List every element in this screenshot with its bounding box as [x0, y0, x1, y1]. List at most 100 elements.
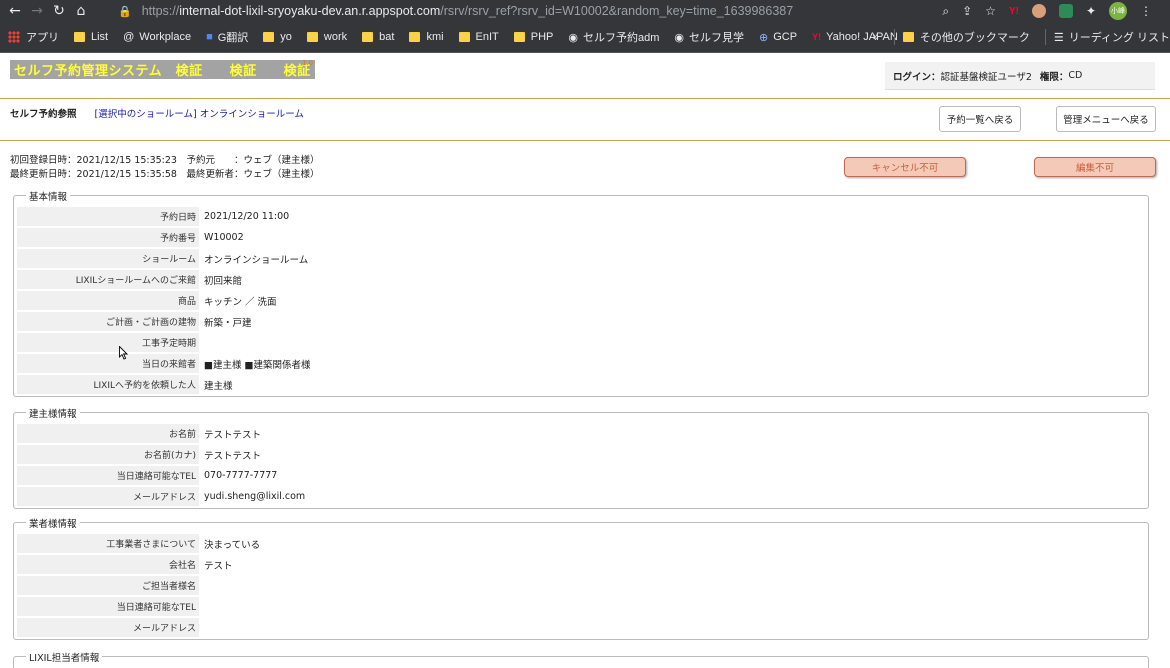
section-owner-info: 建主様情報 お名前 テストテスト お名前(カナ) テストテスト 当日連絡可能なTEL… [13, 406, 1149, 509]
row-label: 当日の来館者 [17, 354, 199, 373]
row-owner-email: メールアドレス yudi.sheng@lixil.com [17, 487, 305, 506]
row-visitors: 当日の来館者 ■建主様 ■建築関係者様 [17, 354, 310, 373]
system-version: 1.0 [302, 59, 314, 67]
row-label: ショールーム [17, 249, 199, 268]
reading-list[interactable]: ☰ リーディング リスト [1044, 29, 1170, 45]
browser-toolbar: ← → ↻ ⌂ 🔒 https://internal-dot-lixil-sry… [0, 0, 1170, 22]
profile-avatar[interactable]: 小峰 [1109, 2, 1127, 20]
zoom-search-icon[interactable]: ⌕ [942, 4, 949, 19]
lock-icon: 🔒 [118, 5, 132, 18]
login-user: 認証基盤検証ユーザ2 [940, 71, 1032, 83]
row-label: LIXILショールームへのご来館 [17, 270, 199, 289]
url-scheme: https:// [141, 4, 180, 18]
bookmark-php[interactable]: PHP [513, 31, 553, 43]
meta-created: 初回登録日時：2021/12/15 15:35:23 予約元 ：ウェブ（建主様） [10, 155, 320, 166]
row-value: キッチン ／ 洗面 [204, 296, 277, 308]
role-value: CD [1068, 70, 1083, 81]
back-to-list-button[interactable]: 予約一覧へ戻る [939, 106, 1021, 132]
section-contractor-info: 業者様情報 工事業者さまについて 決まっている 会社名 テスト ご担当者様名 当日連… [13, 516, 1149, 640]
row-label: LIXILへ予約を依頼した人 [17, 375, 199, 394]
bookmark-apps[interactable]: アプリ [8, 29, 59, 45]
row-company-name: 会社名 テスト [17, 555, 233, 574]
bookmark-workplace[interactable]: @ Workplace [123, 31, 191, 43]
divider [0, 140, 1170, 141]
row-label: 予約日時 [17, 207, 199, 226]
apps-grid-icon [8, 31, 20, 43]
row-label: 予約番号 [17, 228, 199, 247]
yahoo-extension-icon[interactable]: Y! [1009, 6, 1019, 17]
row-reservation-number: 予約番号 W10002 [17, 228, 244, 247]
edit-disabled-button[interactable]: 編集不可 [1034, 157, 1156, 177]
bookmark-kmi[interactable]: kmi [409, 31, 444, 43]
gcp-icon: ⊕ [759, 31, 769, 44]
bookmark-yo[interactable]: yo [263, 31, 292, 43]
folder-icon [306, 32, 318, 42]
folder-icon [263, 32, 275, 42]
row-products: 商品 キッチン ／ 洗面 [17, 291, 277, 310]
folder-icon [409, 32, 421, 42]
address-bar[interactable]: 🔒 https://internal-dot-lixil-sryoyaku-de… [118, 1, 1158, 21]
row-value: yudi.sheng@lixil.com [204, 491, 306, 502]
row-value: ■建主様 ■建築関係者様 [204, 359, 311, 371]
subheader: セルフ予約参照 [選択中のショールーム] オンラインショールーム [10, 106, 304, 120]
bookmark-other[interactable]: その他のブックマーク [893, 29, 1030, 45]
role-label: 権限： [1039, 71, 1069, 83]
row-value: 2021/12/20 11:00 [204, 211, 290, 222]
record-meta: 初回登録日時：2021/12/15 15:35:23 予約元 ：ウェブ（建主様）… [10, 154, 319, 181]
row-label: メールアドレス [17, 487, 199, 506]
bookmark-self-visit[interactable]: ◉ セルフ見学 [674, 29, 744, 45]
bookmarks-bar: アプリ List @ Workplace ■ G翻訳 yo work bat kmi… [0, 22, 1170, 53]
mouse-cursor-icon [119, 346, 129, 360]
row-contractor-tel: 当日連絡可能なTEL [17, 597, 204, 616]
divider [0, 98, 1170, 99]
bookmark-gtranslate[interactable]: ■ G翻訳 [206, 29, 248, 45]
reload-icon[interactable]: ↻ [48, 0, 70, 22]
row-label: 商品 [17, 291, 199, 310]
bookmark-gcp[interactable]: ⊕ GCP [759, 31, 797, 44]
bookmark-work[interactable]: work [306, 31, 347, 43]
forward-icon[interactable]: → [26, 0, 48, 22]
bookmark-self-adm[interactable]: ◉ セルフ予約adm [568, 29, 659, 45]
url-host: internal-dot-lixil-sryoyaku-dev.an.r.app… [179, 4, 441, 18]
puzzle-icon[interactable]: ✦ [1086, 4, 1096, 18]
bookmark-enit[interactable]: EnIT [458, 31, 499, 43]
screen-name: セルフ予約参照 [10, 109, 77, 120]
row-value: W10002 [204, 232, 244, 243]
selected-showroom: [選択中のショールーム] オンラインショールーム [94, 109, 304, 120]
folder-icon [902, 32, 914, 42]
row-requester: LIXILへ予約を依頼した人 建主様 [17, 375, 233, 394]
section-basic-info: 基本情報 予約日時 2021/12/20 11:00 予約番号 W10002 ショー… [13, 189, 1149, 397]
bookmarks-overflow[interactable]: » [873, 31, 879, 43]
row-label: ご担当者様名 [17, 576, 199, 595]
meta-updated: 最終更新日時：2021/12/15 15:35:58 最終更新者：ウェブ（建主様… [10, 168, 320, 180]
bookmark-bat[interactable]: bat [362, 31, 394, 43]
row-showroom: ショールーム オンラインショールーム [17, 249, 308, 268]
row-label: 当日連絡可能なTEL [17, 466, 199, 485]
url-path: /rsrv/rsrv_ref?rsrv_id=W10002&random_key… [440, 4, 794, 18]
section-legend: 建主様情報 [26, 406, 80, 420]
home-icon[interactable]: ⌂ [70, 0, 92, 22]
row-contractor-email: メールアドレス [17, 618, 204, 637]
menu-kebab-icon[interactable]: ⋮ [1140, 4, 1152, 18]
star-icon[interactable]: ☆ [985, 4, 996, 18]
row-owner-kana: お名前(カナ) テストテスト [17, 445, 261, 464]
extension-green-icon[interactable] [1058, 4, 1073, 18]
share-icon[interactable]: ⇪ [962, 4, 972, 18]
row-value: 新築・戸建 [204, 317, 252, 329]
app-page: セルフ予約管理システム 検証 検証 検証 1.0 ログイン： 認証基盤検証ユーザ… [0, 54, 1170, 668]
row-owner-name: お名前 テストテスト [17, 424, 261, 443]
section-legend: 業者様情報 [26, 516, 80, 530]
row-label: ご計画・ご計画の建物 [17, 312, 199, 331]
folder-icon [74, 32, 85, 42]
workplace-icon: @ [123, 31, 135, 43]
cancel-disabled-button[interactable]: キャンセル不可 [844, 157, 966, 177]
row-value: オンラインショールーム [204, 254, 309, 266]
back-icon[interactable]: ← [4, 0, 26, 22]
row-value: 070-7777-7777 [204, 470, 278, 481]
extension-face-icon[interactable] [1031, 4, 1046, 18]
folder-icon [458, 32, 470, 42]
bookmark-list[interactable]: List [74, 31, 108, 43]
row-label: 会社名 [17, 555, 199, 574]
back-to-menu-button[interactable]: 管理メニューへ戻る [1056, 106, 1156, 132]
row-owner-tel: 当日連絡可能なTEL 070-7777-7777 [17, 466, 277, 485]
